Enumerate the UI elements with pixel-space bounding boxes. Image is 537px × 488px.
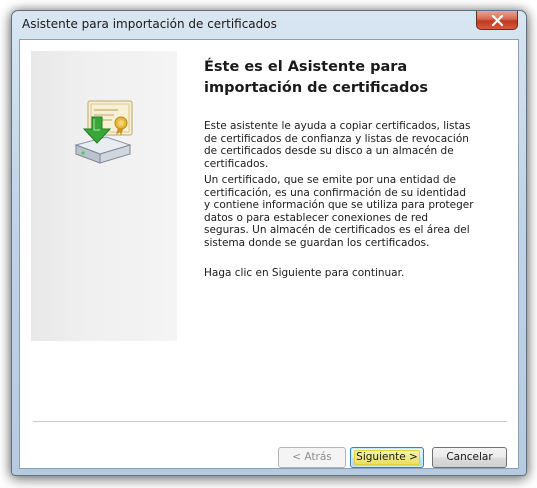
description-paragraph: Un certificado, que se emite por una ent… [204, 174, 474, 249]
title-bar[interactable]: Asistente para importación de certificad… [12, 11, 526, 39]
wizard-side-panel [31, 51, 177, 341]
back-button[interactable]: < Atrás [278, 447, 346, 468]
button-separator [33, 421, 507, 422]
wizard-window: Asistente para importación de certificad… [11, 10, 527, 476]
next-button[interactable]: Siguiente > [350, 447, 424, 468]
cancel-button[interactable]: Cancelar [432, 447, 507, 468]
continue-instruction: Haga clic en Siguiente para continuar. [204, 267, 405, 279]
next-button-label: Siguiente > [354, 450, 420, 465]
intro-paragraph: Este asistente le ayuda a copiar certifi… [204, 120, 471, 170]
window-title: Asistente para importación de certificad… [22, 17, 277, 31]
page-title: Éste es el Asistente para importación de… [204, 59, 429, 96]
certificate-import-icon [74, 100, 133, 164]
wizard-client-area: Éste es el Asistente para importación de… [19, 39, 519, 469]
close-button[interactable] [476, 11, 518, 30]
close-icon [491, 15, 504, 26]
